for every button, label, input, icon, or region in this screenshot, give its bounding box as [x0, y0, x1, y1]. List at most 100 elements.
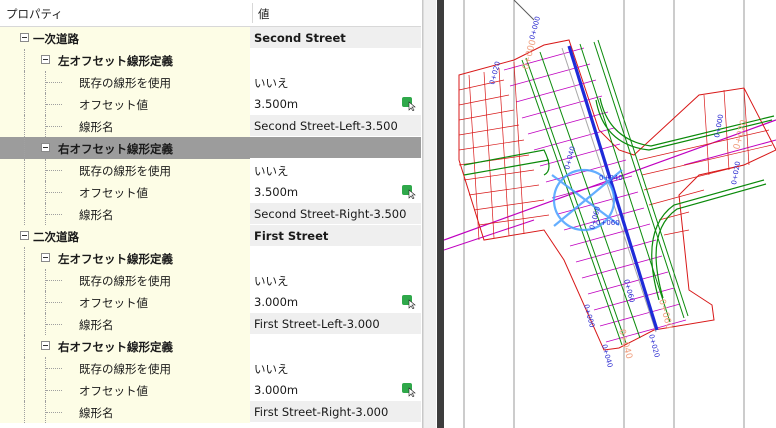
property-name-cell[interactable]: 既存の線形を使用: [0, 357, 250, 379]
property-name-cell[interactable]: 既存の線形を使用: [0, 71, 250, 93]
property-name-cell[interactable]: 線形名: [0, 313, 250, 335]
property-row[interactable]: オフセット値 3.000m: [0, 291, 421, 313]
property-value-cell[interactable]: Second Street: [250, 27, 421, 49]
property-value-cell[interactable]: [250, 335, 421, 357]
property-value: 3.500m: [254, 97, 299, 111]
property-name-cell[interactable]: 右オフセット線形定義: [0, 137, 250, 159]
station-label: 0+000: [528, 16, 542, 41]
tree-guide: [24, 247, 25, 269]
subcategory-row[interactable]: 左オフセット線形定義: [0, 49, 421, 71]
property-row[interactable]: 既存の線形を使用 いいえ: [0, 269, 421, 291]
property-name-cell[interactable]: オフセット値: [0, 181, 250, 203]
property-value-cell[interactable]: [250, 49, 421, 71]
property-value-cell[interactable]: いいえ: [250, 71, 421, 93]
tree-guide: [46, 390, 62, 391]
tree-guide: [46, 368, 62, 369]
property-column-header[interactable]: プロパティ: [6, 6, 63, 22]
property-row[interactable]: 線形名 First Street-Left-3.000: [0, 313, 421, 335]
property-value: いいえ: [254, 76, 289, 90]
collapse-toggle[interactable]: [41, 253, 50, 262]
property-value-cell[interactable]: いいえ: [250, 357, 421, 379]
property-row[interactable]: 既存の線形を使用 いいえ: [0, 71, 421, 93]
tree-guide: [46, 214, 62, 215]
drawing-viewport[interactable]: 0+000 0+020 0+040 0+060 0+000 0+020 0+04…: [444, 0, 776, 428]
intersection-drawing[interactable]: 0+000 0+020 0+040 0+060 0+000 0+020 0+04…: [444, 0, 776, 428]
property-name-cell[interactable]: 線形名: [0, 203, 250, 225]
property-name-cell[interactable]: 二次道路: [0, 225, 250, 247]
property-rows: 一次道路 Second Street 左オフセット線形定義 既存の線形を使用 いいえ オフ…: [0, 27, 421, 423]
grid-line: [513, 0, 535, 21]
pick-from-drawing-icon[interactable]: [402, 185, 416, 199]
tree-guide: [24, 49, 25, 71]
property-value: First Street-Left-3.000: [254, 317, 380, 331]
property-value-cell[interactable]: 3.500m: [250, 181, 421, 203]
property-name-cell[interactable]: オフセット値: [0, 291, 250, 313]
value-column-header[interactable]: 値: [258, 6, 270, 22]
property-row[interactable]: 既存の線形を使用 いいえ: [0, 159, 421, 181]
property-name-cell[interactable]: 右オフセット線形定義: [0, 335, 250, 357]
subcategory-row[interactable]: 右オフセット線形定義: [0, 137, 421, 159]
tree-guide: [46, 82, 62, 83]
property-value: First Street-Right-3.000: [254, 405, 389, 419]
property-row[interactable]: 線形名 Second Street-Right-3.500: [0, 203, 421, 225]
property-name-cell[interactable]: 左オフセット線形定義: [0, 49, 250, 71]
tree-guide: [46, 192, 62, 193]
property-row[interactable]: 線形名 First Street-Right-3.000: [0, 401, 421, 423]
category-row[interactable]: 一次道路 Second Street: [0, 27, 421, 49]
property-name-cell[interactable]: 既存の線形を使用: [0, 159, 250, 181]
property-value: 3.000m: [254, 295, 299, 309]
property-value-cell[interactable]: 3.500m: [250, 93, 421, 115]
property-name-cell[interactable]: 一次道路: [0, 27, 250, 49]
property-value: Second Street-Left-3.500: [254, 119, 398, 133]
property-label: オフセット値: [79, 98, 148, 112]
collapse-toggle[interactable]: [41, 55, 50, 64]
pick-from-drawing-icon[interactable]: [402, 383, 416, 397]
subcategory-row[interactable]: 右オフセット線形定義: [0, 335, 421, 357]
column-separator[interactable]: [252, 3, 253, 23]
property-name-cell[interactable]: オフセット値: [0, 93, 250, 115]
property-value-cell: Second Street-Left-3.500: [250, 115, 421, 137]
overlay-label: 0+000: [521, 39, 539, 71]
property-value-cell[interactable]: いいえ: [250, 269, 421, 291]
property-label: 右オフセット線形定義: [58, 340, 173, 354]
subcategory-row[interactable]: 左オフセット線形定義: [0, 247, 421, 269]
tree-guide: [24, 181, 25, 203]
tree-guide: [24, 291, 25, 313]
property-label: オフセット値: [79, 296, 148, 310]
property-row[interactable]: 線形名 Second Street-Left-3.500: [0, 115, 421, 137]
property-name-cell[interactable]: 左オフセット線形定義: [0, 247, 250, 269]
property-value-cell[interactable]: 3.000m: [250, 291, 421, 313]
property-value-cell[interactable]: [250, 137, 421, 159]
property-name-cell[interactable]: 線形名: [0, 115, 250, 137]
property-value-cell: First Street-Left-3.000: [250, 313, 421, 335]
property-value-cell[interactable]: 3.000m: [250, 379, 421, 401]
property-value-cell[interactable]: いいえ: [250, 159, 421, 181]
pick-from-drawing-icon[interactable]: [402, 97, 416, 111]
tree-guide: [24, 269, 25, 291]
collapse-toggle[interactable]: [20, 231, 29, 240]
panel-splitter[interactable]: [437, 0, 444, 428]
property-name-cell[interactable]: オフセット値: [0, 379, 250, 401]
pick-from-drawing-icon[interactable]: [402, 295, 416, 309]
property-name-cell[interactable]: 既存の線形を使用: [0, 269, 250, 291]
property-value: いいえ: [254, 274, 289, 288]
property-value: First Street: [254, 229, 329, 243]
collapse-toggle[interactable]: [41, 143, 50, 152]
property-row[interactable]: オフセット値 3.500m: [0, 181, 421, 203]
category-row[interactable]: 二次道路 First Street: [0, 225, 421, 247]
vertical-scrollbar[interactable]: [423, 0, 436, 428]
tree-guide: [46, 280, 62, 281]
property-name-cell[interactable]: 線形名: [0, 401, 250, 423]
property-value-cell[interactable]: [250, 247, 421, 269]
tree-guide: [24, 115, 25, 137]
property-label: 線形名: [79, 208, 114, 222]
tree-guide: [24, 137, 25, 159]
property-row[interactable]: 既存の線形を使用 いいえ: [0, 357, 421, 379]
property-value: Second Street: [254, 31, 346, 45]
property-row[interactable]: オフセット値 3.000m: [0, 379, 421, 401]
property-value-cell[interactable]: First Street: [250, 225, 421, 247]
collapse-toggle[interactable]: [41, 341, 50, 350]
property-row[interactable]: オフセット値 3.500m: [0, 93, 421, 115]
property-label: 一次道路: [33, 32, 79, 46]
collapse-toggle[interactable]: [20, 33, 29, 42]
